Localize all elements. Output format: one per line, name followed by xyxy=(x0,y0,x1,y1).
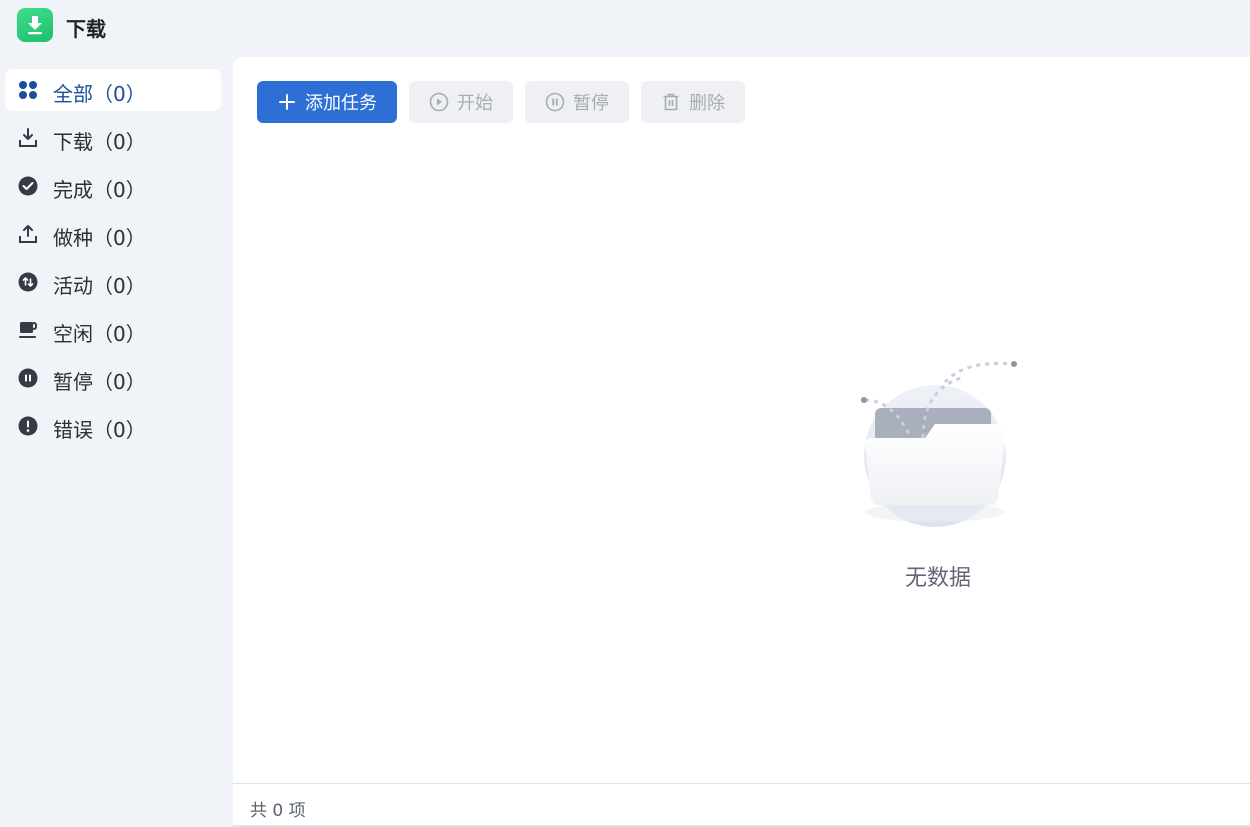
upload-tray-icon xyxy=(18,224,38,244)
coffee-cup-icon xyxy=(18,320,38,340)
pause-label: 暂停 xyxy=(573,93,609,114)
status-bar: 共 0 项 xyxy=(233,783,1250,827)
sidebar-item-paused[interactable]: 暂停（0） xyxy=(5,357,221,399)
sidebar-item-label: 暂停（0） xyxy=(53,370,146,394)
item-count: 共 0 项 xyxy=(250,801,306,821)
sidebar-item-download[interactable]: 下载（0） xyxy=(5,117,221,159)
sidebar-item-label: 全部（0） xyxy=(53,82,146,106)
sidebar-item-error[interactable]: 错误（0） xyxy=(5,405,221,447)
pause-circle-outline-icon xyxy=(545,92,565,112)
sidebar-item-label: 下载（0） xyxy=(53,130,146,154)
exclamation-circle-icon xyxy=(18,416,38,436)
sidebar-item-label: 完成（0） xyxy=(53,178,146,202)
delete-button[interactable]: 删除 xyxy=(641,81,745,123)
trash-icon xyxy=(661,92,681,112)
delete-label: 删除 xyxy=(689,93,725,114)
add-task-button[interactable]: 添加任务 xyxy=(257,81,397,123)
app-title: 下载 xyxy=(66,17,106,41)
plus-icon xyxy=(277,92,297,112)
check-circle-icon xyxy=(18,176,38,196)
sidebar-item-label: 做种（0） xyxy=(53,226,146,250)
download-app-icon xyxy=(17,8,53,42)
start-button[interactable]: 开始 xyxy=(409,81,513,123)
main-panel: 添加任务 开始 暂停 删除 无数据 共 0 项 xyxy=(233,57,1250,827)
start-label: 开始 xyxy=(457,93,493,114)
add-task-label: 添加任务 xyxy=(305,93,377,114)
sidebar: 全部（0） 下载（0） 完成（0） 做种（0） 活动（0） 空闲（0） 暂停（0… xyxy=(0,56,233,827)
grid-icon xyxy=(18,80,38,100)
sidebar-item-completed[interactable]: 完成（0） xyxy=(5,165,221,207)
play-circle-icon xyxy=(429,92,449,112)
download-tray-icon xyxy=(18,128,38,148)
pause-button[interactable]: 暂停 xyxy=(525,81,629,123)
sidebar-item-label: 错误（0） xyxy=(53,418,146,442)
sidebar-item-label: 空闲（0） xyxy=(53,322,146,346)
sidebar-item-all[interactable]: 全部（0） xyxy=(5,69,221,111)
transfer-circle-icon xyxy=(18,272,38,292)
empty-folder-icon xyxy=(853,352,1023,542)
pause-circle-icon xyxy=(18,368,38,388)
sidebar-item-label: 活动（0） xyxy=(53,274,146,298)
empty-message: 无数据 xyxy=(904,566,971,591)
sidebar-item-active[interactable]: 活动（0） xyxy=(5,261,221,303)
sidebar-item-seeding[interactable]: 做种（0） xyxy=(5,213,221,255)
sidebar-item-idle[interactable]: 空闲（0） xyxy=(5,309,221,351)
title-bar: 下载 xyxy=(0,0,1250,56)
